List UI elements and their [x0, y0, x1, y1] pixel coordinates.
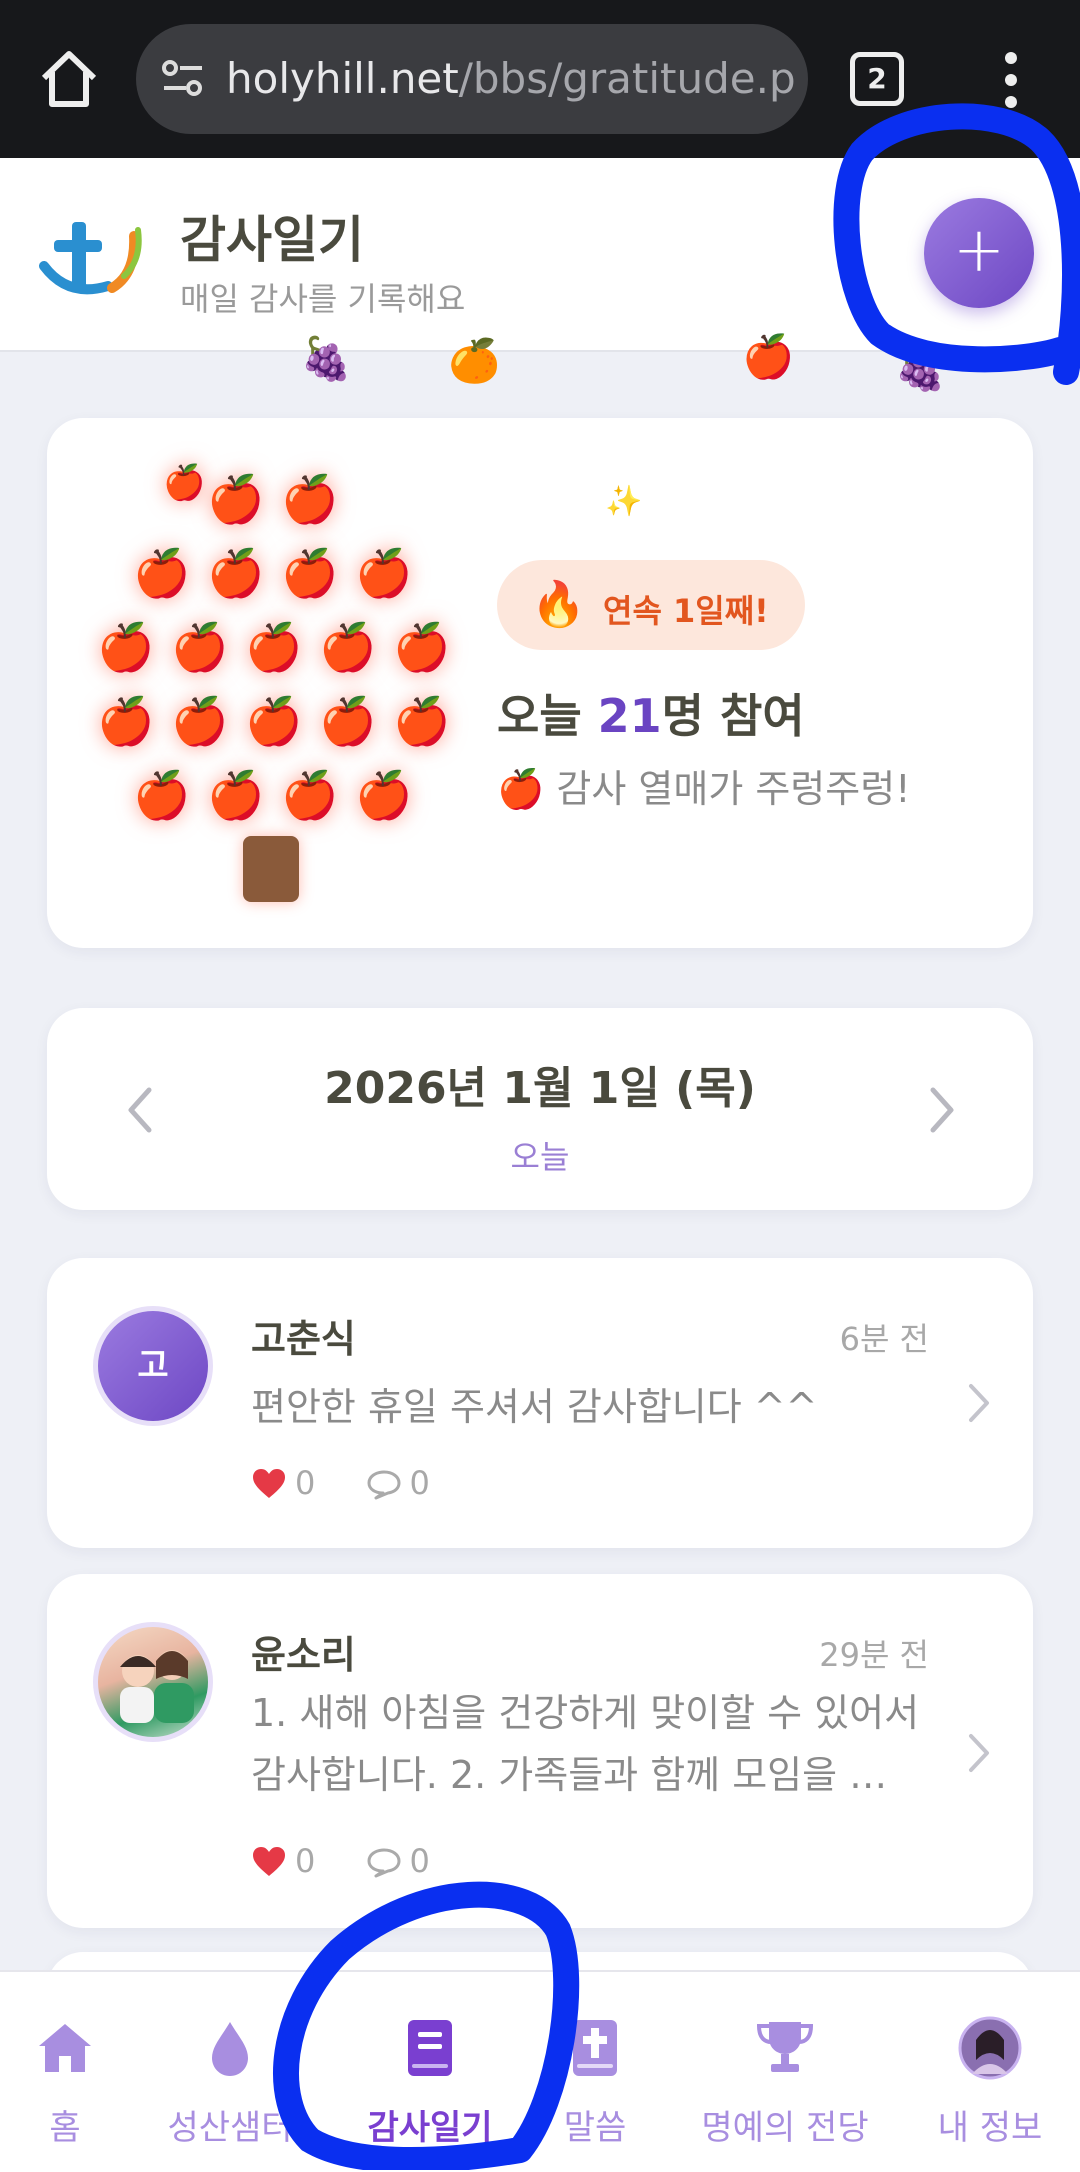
apple-icon: 🍎: [171, 620, 229, 674]
apple-icon: 🍎: [163, 463, 206, 503]
nav-scripture[interactable]: 말씀: [530, 1972, 660, 2172]
apple-icon: 🍎: [281, 546, 339, 600]
grape-decoration-icon: 🍇: [300, 334, 353, 383]
page-subtitle: 매일 감사를 기록해요: [180, 280, 466, 318]
apple-icon: 🍎: [245, 694, 303, 748]
apple-icon: 🍎: [133, 768, 191, 822]
apple-icon: 🍎: [97, 694, 155, 748]
comment-icon: [367, 1848, 401, 1878]
url-text: holyhill.net/bbs/gratitude.ph: [226, 54, 796, 103]
grape-decoration-icon: 🍇: [894, 344, 947, 393]
selected-date: 2026년 1월 1일 (목): [324, 1063, 756, 1114]
bottom-navigation: 홈 성산샘터 감사일기 말씀 명예의 전당 내 정보: [0, 1970, 1080, 2172]
apple-icon: 🍎: [207, 546, 265, 600]
browser-toolbar: holyhill.net/bbs/gratitude.ph 2: [0, 0, 1080, 158]
droplet-icon: [212, 2022, 248, 2076]
apple-icon: 🍎: [133, 546, 191, 600]
sparkle-icon: ✨: [605, 484, 643, 519]
post-time: 6분 전: [839, 1320, 929, 1358]
trophy-icon: [756, 2022, 814, 2072]
app-header: 감사일기 매일 감사를 기록해요: [0, 158, 1080, 352]
more-menu-icon[interactable]: [996, 52, 1026, 108]
apple-icon: 🍎: [171, 694, 229, 748]
post-time: 29분 전: [819, 1636, 929, 1674]
apple-decoration-icon: 🍎: [742, 332, 795, 381]
address-bar[interactable]: holyhill.net/bbs/gratitude.ph: [136, 24, 808, 134]
nav-home[interactable]: 홈: [0, 1972, 130, 2172]
tab-count-button[interactable]: 2: [850, 52, 904, 106]
orange-decoration-icon: 🍊: [448, 336, 501, 385]
nav-my-info[interactable]: 내 정보: [920, 1972, 1060, 2172]
like-count[interactable]: 0: [251, 1842, 315, 1880]
apple-icon: 🍎: [97, 620, 155, 674]
post-body: 1. 새해 아침을 건강하게 맞이할 수 있어서 감사합니다. 2. 가족들과 …: [251, 1691, 920, 1797]
apple-icon: 🍎: [245, 620, 303, 674]
chevron-right-icon[interactable]: [965, 1380, 993, 1426]
date-navigator: 2026년 1월 1일 (목) 오늘: [47, 1008, 1033, 1210]
avatar: 고: [93, 1306, 213, 1426]
apple-icon: 🍎: [207, 472, 265, 526]
heart-icon: [253, 1469, 285, 1498]
profile-avatar-icon: [958, 2016, 1022, 2080]
page-title: 감사일기: [180, 211, 364, 269]
participant-count: 오늘 21명 참여: [497, 689, 805, 743]
book-icon: [408, 2020, 452, 2076]
comment-count[interactable]: 0: [366, 1842, 430, 1880]
apple-icon: 🍎: [281, 768, 339, 822]
apple-icon: 🍎: [393, 694, 451, 748]
apple-icon: 🍎: [393, 620, 451, 674]
church-logo[interactable]: [38, 214, 150, 304]
next-day-icon[interactable]: [923, 1080, 963, 1140]
gratitude-tree-card: 🍎 🍎 🍎 🍎 🍎 🍎 🍎 🍎 🍎 🍎 🍎 🍎 🍎 🍎 🍎 🍎 🍎 🍎 🍎 🍎 …: [47, 418, 1033, 948]
gratitude-post[interactable]: 윤소리 29분 전 1. 새해 아침을 건강하게 맞이할 수 있어서 감사합니다…: [47, 1574, 1033, 1928]
nav-hall-of-fame[interactable]: 명예의 전당: [690, 1972, 880, 2172]
tree-trunk: [243, 836, 299, 902]
comment-count[interactable]: 0: [366, 1464, 430, 1502]
streak-badge: 🔥 연속 1일째!: [497, 560, 805, 650]
like-count[interactable]: 0: [251, 1464, 315, 1502]
profile-photo: [120, 1650, 194, 1723]
post-author: 윤소리: [251, 1633, 356, 1677]
add-entry-button[interactable]: +: [924, 198, 1034, 308]
plus-icon: +: [953, 213, 1005, 286]
apple-icon: 🍎: [355, 768, 413, 822]
nav-gratitude-diary[interactable]: 감사일기: [350, 1972, 510, 2172]
post-body: 편안한 휴일 주셔서 감사합니다 ^^: [251, 1385, 818, 1429]
fruit-message: 🍎 감사 열매가 주렁주렁!: [497, 767, 911, 811]
gratitude-post[interactable]: 고 고춘식 6분 전 편안한 휴일 주셔서 감사합니다 ^^ 0 0: [47, 1258, 1033, 1548]
avatar: [93, 1622, 213, 1742]
site-settings-icon[interactable]: [158, 54, 208, 104]
apple-icon: 🍎: [281, 472, 339, 526]
relative-date-label: 오늘: [510, 1138, 570, 1176]
nav-seongsan-spring[interactable]: 성산샘터: [150, 1972, 310, 2172]
chevron-right-icon[interactable]: [965, 1730, 993, 1776]
apple-icon: 🍎: [207, 768, 265, 822]
apple-icon: 🍎: [355, 546, 413, 600]
apple-icon: 🍎: [319, 620, 377, 674]
home-icon[interactable]: [36, 46, 102, 112]
fire-icon: 🔥: [531, 579, 586, 630]
post-stats: 0 0: [251, 1842, 470, 1880]
home-icon: [39, 2024, 91, 2072]
comment-icon: [367, 1470, 401, 1500]
post-stats: 0 0: [251, 1464, 470, 1502]
heart-icon: [253, 1847, 285, 1876]
bible-icon: [573, 2020, 617, 2076]
apple-icon: 🍎: [319, 694, 377, 748]
post-author: 고춘식: [251, 1317, 356, 1361]
